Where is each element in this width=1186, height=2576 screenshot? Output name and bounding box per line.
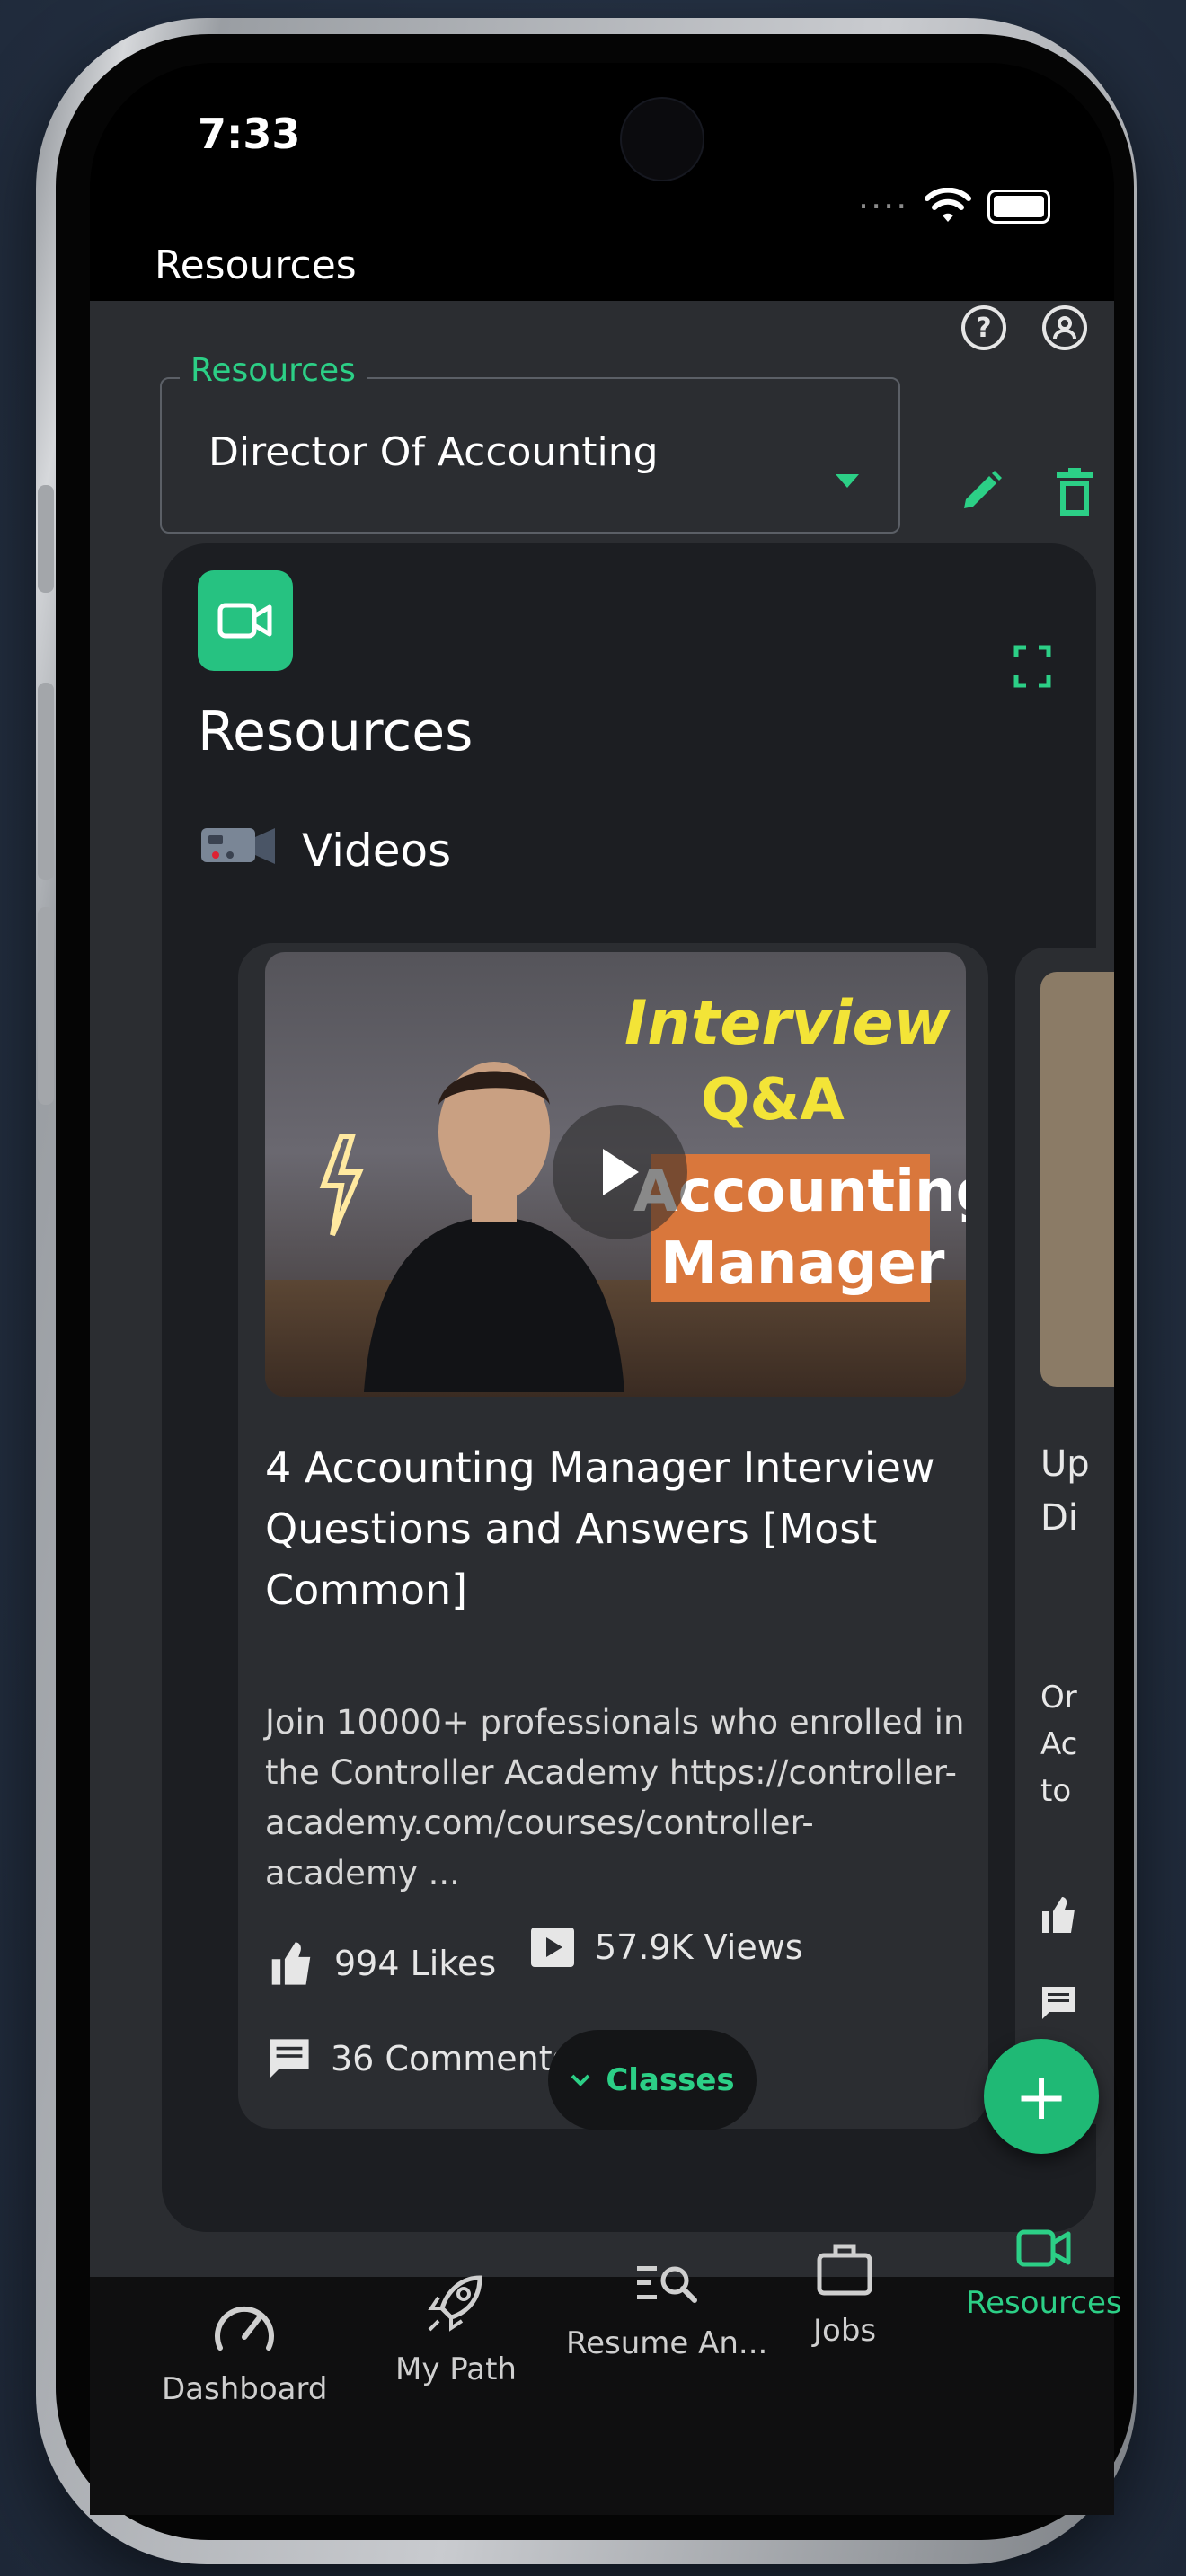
resource-select-value[interactable]: Director Of Accounting	[208, 429, 659, 475]
thumbnail-text: Manager	[660, 1231, 945, 1297]
like-icon	[271, 1942, 311, 1985]
front-camera	[620, 97, 704, 181]
nav-my-path[interactable]: My Path	[395, 2272, 517, 2387]
likes-count: 994 Likes	[334, 1944, 497, 1983]
nav-resume-analyzer[interactable]: Resume An...	[566, 2259, 767, 2361]
video-camera-icon	[1016, 2229, 1071, 2267]
lightning-lamp	[319, 1134, 364, 1237]
movie-camera-icon	[201, 828, 275, 864]
edit-icon[interactable]	[957, 467, 1005, 516]
wifi-icon	[925, 188, 972, 222]
nav-resources[interactable]: Resources	[966, 2228, 1122, 2321]
chevron-down-icon	[571, 2074, 590, 2086]
comment-icon	[270, 2039, 309, 2078]
video-camera-icon	[217, 603, 272, 639]
account-icon[interactable]	[1042, 305, 1087, 350]
views-stat: 57.9K Views	[530, 1927, 803, 1968]
phone-volume-up-button	[38, 683, 54, 880]
cellular-signal-icon: ····	[858, 187, 909, 226]
card-title: Resources	[198, 701, 474, 763]
nav-dashboard[interactable]: Dashboard	[162, 2299, 327, 2407]
speedometer-icon	[215, 2307, 275, 2351]
dropdown-caret-icon[interactable]	[836, 474, 859, 488]
likes-stat: 994 Likes	[268, 1940, 496, 1987]
nav-jobs[interactable]: Jobs	[813, 2241, 876, 2349]
nav-label: Jobs	[813, 2313, 877, 2349]
app-header-title: Resources	[155, 243, 357, 288]
header-actions: ?	[961, 305, 1087, 350]
next-video-desc-line: to	[1040, 1773, 1072, 1809]
next-video-desc-line: Or	[1040, 1680, 1077, 1716]
play-icon	[603, 1149, 639, 1195]
add-button[interactable]: +	[984, 2039, 1099, 2154]
nav-label: Dashboard	[162, 2371, 328, 2407]
video-title[interactable]: 4 Accounting Manager Interview Questions…	[265, 1437, 948, 1620]
play-button[interactable]	[553, 1105, 687, 1239]
phone-action-button	[38, 485, 54, 593]
resume-search-icon	[637, 2266, 698, 2303]
thumbnail-text: Q&A	[701, 1067, 845, 1134]
next-video-desc-line: Ac	[1040, 1726, 1078, 1762]
like-icon	[1042, 1897, 1075, 1933]
next-video-title-line: Di	[1040, 1497, 1078, 1539]
classes-button[interactable]: Classes	[548, 2030, 757, 2130]
next-video-title-line: Up	[1040, 1443, 1090, 1485]
briefcase-icon	[817, 2244, 872, 2296]
video-play-icon	[531, 1928, 574, 1967]
video-thumbnail[interactable]: Interview Q&A Accounting Manager	[265, 952, 966, 1397]
next-video-thumbnail[interactable]	[1040, 972, 1114, 1387]
battery-icon	[987, 190, 1051, 224]
comment-icon	[1042, 1987, 1075, 2019]
phone-volume-down-button	[38, 907, 54, 1105]
video-description: Join 10000+ professionals who enrolled i…	[265, 1703, 965, 1892]
nav-label: Resources	[966, 2285, 1122, 2321]
fullscreen-icon[interactable]	[1013, 645, 1051, 688]
classes-button-label: Classes	[606, 2062, 735, 2098]
resource-select-label: Resources	[180, 352, 367, 389]
videos-section-label: Videos	[302, 825, 452, 877]
nav-label: Resume An...	[566, 2325, 768, 2361]
status-icons: ····	[858, 187, 1051, 226]
nav-label: My Path	[395, 2351, 517, 2387]
thumbnail-text: Interview	[624, 988, 951, 1059]
views-count: 57.9K Views	[595, 1928, 803, 1967]
delete-icon[interactable]	[1053, 467, 1096, 519]
video-badge	[198, 570, 293, 671]
help-icon[interactable]: ?	[961, 305, 1006, 350]
rocket-icon	[428, 2275, 482, 2332]
status-time: 7:33	[198, 110, 301, 158]
